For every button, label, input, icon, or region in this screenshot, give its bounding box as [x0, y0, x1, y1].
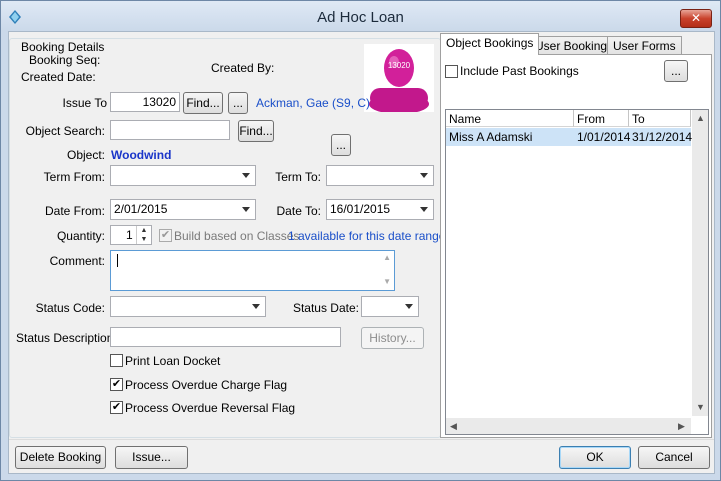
date-to-label: Date To: — [276, 204, 321, 218]
row-name-cell: Miss A Adamski — [449, 130, 533, 144]
ok-button[interactable]: OK — [559, 446, 631, 469]
scroll-down-icon[interactable]: ▼ — [383, 277, 391, 286]
tab-user-forms[interactable]: User Forms — [607, 36, 682, 54]
table-row[interactable]: Miss A Adamski 1/01/2014 31/12/2014 — [446, 128, 693, 146]
horizontal-scrollbar[interactable]: ◀ ▶ — [446, 418, 691, 434]
object-label: Object: — [66, 148, 105, 162]
column-header-name[interactable]: Name — [446, 110, 574, 127]
avatar: 13020 — [364, 44, 434, 112]
created-date-label: Created Date: — [21, 70, 96, 84]
object-value[interactable]: Woodwind — [111, 148, 171, 162]
scroll-left-icon[interactable]: ◀ — [450, 421, 457, 432]
overdue-reversal-checkbox[interactable]: ✔ — [110, 401, 123, 414]
avatar-id-text: 13020 — [388, 61, 411, 70]
cancel-button[interactable]: Cancel — [638, 446, 710, 469]
term-from-select[interactable] — [110, 165, 256, 186]
overdue-reversal-label: Process Overdue Reversal Flag — [125, 401, 296, 415]
text-caret — [117, 254, 118, 267]
print-docket-label: Print Loan Docket — [125, 354, 221, 368]
status-code-select[interactable] — [110, 296, 266, 317]
issue-button[interactable]: Issue... — [115, 446, 188, 469]
chevron-down-icon — [405, 304, 413, 309]
column-header-from[interactable]: From — [574, 110, 629, 127]
scroll-up-icon[interactable]: ▲ — [383, 253, 391, 262]
dialog-client-area: Booking Details Booking Seq: Created Dat… — [8, 31, 715, 474]
quantity-spin-buttons[interactable]: ▲ ▼ — [136, 226, 151, 244]
chevron-down-icon — [242, 173, 250, 178]
object-bookings-panel: Include Past Bookings ... Name From To M… — [440, 54, 712, 438]
term-to-label: Term To: — [275, 170, 321, 184]
delete-booking-button[interactable]: Delete Booking — [15, 446, 106, 469]
ad-hoc-loan-window: Ad Hoc Loan ✕ Booking Details Booking Se… — [0, 0, 721, 481]
build-classes-label: Build based on Classes — [174, 229, 300, 243]
issue-to-label: Issue To — [62, 96, 107, 110]
tab-user-bookings[interactable]: User Bookings — [529, 36, 620, 54]
print-docket-checkbox[interactable] — [110, 354, 123, 367]
bookings-grid: Name From To Miss A Adamski 1/01/2014 31… — [445, 109, 709, 435]
status-description-input[interactable] — [110, 327, 341, 347]
footer-separator — [9, 439, 714, 440]
date-to-picker[interactable]: 16/01/2015 — [326, 199, 434, 220]
chevron-down-icon — [420, 173, 428, 178]
column-header-to[interactable]: To — [629, 110, 691, 127]
status-date-label: Status Date: — [292, 301, 359, 315]
created-by-label: Created By: — [211, 61, 275, 75]
build-classes-checkbox[interactable]: ✔ — [159, 229, 172, 242]
tab-object-bookings[interactable]: Object Bookings — [440, 33, 540, 55]
scroll-down-icon[interactable]: ▼ — [696, 402, 705, 412]
include-past-label: Include Past Bookings — [460, 64, 579, 78]
object-more-button[interactable]: ... — [331, 134, 351, 156]
status-code-label: Status Code: — [35, 301, 105, 315]
availability-text: 1 available for this date range. — [288, 229, 449, 243]
row-to-cell: 31/12/2014 — [632, 130, 693, 144]
title-bar[interactable]: Ad Hoc Loan ✕ — [1, 1, 720, 35]
booking-seq-label: Booking Seq: — [29, 53, 101, 67]
chevron-down-icon — [252, 304, 260, 309]
scroll-right-icon[interactable]: ▶ — [678, 421, 685, 432]
issue-to-more-button[interactable]: ... — [228, 92, 248, 114]
date-to-value: 16/01/2015 — [330, 202, 391, 216]
date-from-label: Date From: — [44, 204, 105, 218]
overdue-charge-label: Process Overdue Charge Flag — [125, 378, 288, 392]
comment-label: Comment: — [49, 254, 105, 268]
date-from-value: 2/01/2015 — [114, 202, 168, 216]
comment-textarea[interactable]: ▲ ▼ — [110, 250, 395, 291]
window-title: Ad Hoc Loan — [317, 9, 404, 26]
chevron-down-icon — [242, 207, 250, 212]
term-from-label: Term From: — [43, 170, 105, 184]
quantity-value: 1 — [126, 228, 133, 242]
quantity-label: Quantity: — [56, 229, 105, 243]
object-find-button[interactable]: Find... — [238, 120, 274, 142]
close-button[interactable]: ✕ — [680, 9, 712, 28]
include-past-checkbox[interactable] — [445, 65, 458, 78]
scroll-up-icon[interactable]: ▲ — [696, 113, 705, 123]
history-button[interactable]: History... — [361, 327, 424, 349]
row-from-cell: 1/01/2014 — [577, 130, 631, 144]
issue-to-find-button[interactable]: Find... — [183, 92, 223, 114]
object-search-label: Object Search: — [25, 124, 105, 138]
chevron-down-icon — [420, 207, 428, 212]
bookings-more-button[interactable]: ... — [664, 60, 688, 82]
overdue-charge-checkbox[interactable]: ✔ — [110, 378, 123, 391]
object-search-input[interactable] — [110, 120, 230, 140]
issue-to-input[interactable]: 13020 — [110, 92, 180, 112]
status-description-label: Status Description: — [16, 331, 117, 345]
vertical-scrollbar[interactable]: ▲ ▼ — [692, 110, 708, 416]
term-to-select[interactable] — [326, 165, 434, 186]
status-date-picker[interactable] — [361, 296, 419, 317]
date-from-picker[interactable]: 2/01/2015 — [110, 199, 256, 220]
borrower-name-link[interactable]: Ackman, Gae (S9, C) — [256, 96, 370, 110]
booking-details-legend: Booking Details — [19, 40, 107, 54]
